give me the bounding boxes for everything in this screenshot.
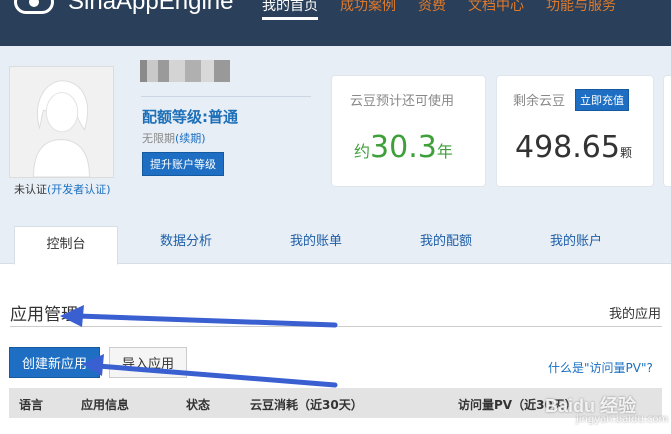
logo-icon (14, 0, 54, 14)
section-divider (10, 326, 662, 327)
remaining-time-title: 云豆预计还可使用 (350, 94, 455, 109)
username-blurred (140, 60, 230, 82)
balance-card: 剩余云豆 立即充值 498.65颗 (496, 75, 654, 187)
top-navbar: SinaAppEngine 我的首页 成功案例 资费 文档中心 功能与服务 (0, 0, 671, 46)
column-bean-usage: 云豆消耗（近30天） (250, 398, 363, 412)
upgrade-account-button[interactable]: 提升账户等级 (142, 152, 224, 176)
remaining-time-card: 云豆预计还可使用 约30.3年 (331, 75, 486, 187)
nav-docs[interactable]: 文档中心 (468, 0, 524, 20)
balance-number: 498.65 (515, 130, 620, 165)
default-avatar-icon (10, 67, 113, 178)
tab-data-analysis[interactable]: 数据分析 (160, 230, 212, 249)
pv-help-link[interactable]: 什么是"访问量PV"? (548, 359, 653, 376)
nav-cases[interactable]: 成功案例 (340, 0, 396, 20)
nav-pricing[interactable]: 资费 (418, 0, 446, 20)
section-title: 应用管理 (10, 305, 78, 325)
developer-verify-link[interactable]: (开发者认证) (47, 183, 111, 196)
logo-text: SinaAppEngine (68, 0, 234, 15)
remaining-time-value: 约30.3年 (354, 130, 453, 165)
column-status: 状态 (186, 398, 211, 412)
arrow-to-section-title (60, 305, 338, 328)
tab-bills[interactable]: 我的账单 (290, 230, 342, 249)
create-app-button[interactable]: 创建新应用 (9, 347, 101, 378)
remaining-prefix: 约 (354, 142, 371, 161)
extra-card (663, 75, 671, 187)
tab-quota[interactable]: 我的配额 (420, 230, 472, 249)
remaining-unit: 年 (436, 142, 453, 161)
nav-services[interactable]: 功能与服务 (546, 0, 616, 20)
quota-level: 配额等级:普通 (142, 108, 238, 126)
remaining-number: 30.3 (370, 130, 437, 165)
tab-bar: 控制台 数据分析 我的账单 我的配额 我的账户 (0, 216, 671, 265)
balance-unit: 颗 (619, 146, 632, 160)
balance-title: 剩余云豆 (513, 94, 566, 109)
column-app-info: 应用信息 (81, 398, 130, 412)
nav-home[interactable]: 我的首页 (262, 0, 318, 20)
tab-console[interactable]: 控制台 (14, 226, 118, 265)
divider (141, 96, 311, 97)
renew-link[interactable]: (续期) (175, 132, 206, 145)
avatar[interactable] (9, 66, 114, 178)
baidu-watermark-url: jingyan.baidu.com (576, 414, 669, 425)
import-app-button[interactable]: 导入应用 (109, 347, 188, 378)
main-nav: 我的首页 成功案例 资费 文档中心 功能与服务 (262, 0, 638, 20)
my-apps-label[interactable]: 我的应用 (609, 303, 661, 322)
verify-status-text: 未认证 (14, 183, 47, 196)
column-language: 语言 (19, 398, 44, 412)
logo[interactable]: SinaAppEngine (14, 0, 233, 16)
verify-status: 未认证(开发者认证) (14, 181, 111, 197)
expire-text: 无限期 (142, 132, 175, 145)
tab-account[interactable]: 我的账户 (550, 230, 602, 249)
balance-value: 498.65颗 (515, 130, 632, 165)
recharge-button[interactable]: 立即充值 (575, 89, 629, 111)
expire-info: 无限期(续期) (142, 130, 206, 146)
